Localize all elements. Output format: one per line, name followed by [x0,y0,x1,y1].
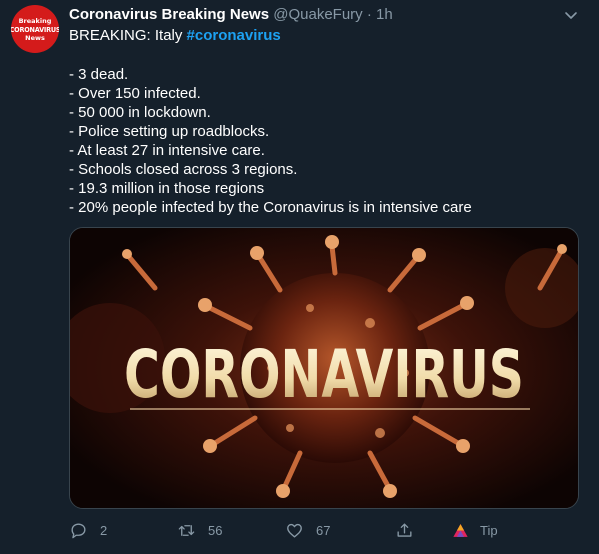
bullet-line: - 19.3 million in those regions [69,180,265,197]
like-count: 67 [316,522,331,538]
bullet-line: - 3 dead. [69,66,129,83]
separator-dot: · [366,6,372,23]
media-title: CORONAVIRUS [124,336,524,413]
like-icon [287,523,302,538]
retweet-button[interactable]: 56 [177,516,222,544]
share-icon [397,522,412,537]
author-handle[interactable]: @QuakeFury [273,6,362,23]
bullet-line: - Schools closed across 3 regions. [69,161,298,178]
bullet-line: - Police setting up roadblocks. [69,123,270,140]
avatar[interactable]: Breaking CORONAVIRUS News [11,5,59,53]
tweet-text: BREAKING: Italy #coronavirus - 3 dead. -… [69,26,579,217]
bullet-line: - 50 000 in lockdown. [69,104,211,121]
avatar-line-1: Breaking [18,16,52,25]
reply-button[interactable]: 2 [69,516,107,544]
avatar-line-3: News [25,33,45,42]
headline: BREAKING: Italy #coronavirus [69,26,579,45]
retweet-icon [178,524,195,536]
bullet-line: - 20% people infected by the Coronavirus… [69,199,472,216]
tip-button[interactable]: Tip [451,516,498,544]
tweet-header: Coronavirus Breaking News @QuakeFury · 1… [69,5,393,25]
chevron-down-icon[interactable] [563,7,579,23]
avatar-line-2: CORONAVIRUS [11,24,59,34]
reply-icon [71,522,86,538]
headline-prefix: BREAKING: Italy [69,27,187,44]
bullet-line: - At least 27 in intensive care. [69,142,265,159]
like-button[interactable]: 67 [285,516,330,544]
share-button[interactable] [395,516,414,544]
tip-label: Tip [480,522,498,538]
tip-icon [453,523,468,537]
tweet-image[interactable]: CORONAVIRUS [69,227,579,509]
retweet-count: 56 [208,522,223,538]
tweet-time[interactable]: 1h [376,6,393,23]
bullet-line: - Over 150 infected. [69,85,201,102]
tweet-actions: 2 56 67 Tip [69,516,589,544]
coronavirus-image: CORONAVIRUS [70,228,578,508]
author-name[interactable]: Coronavirus Breaking News [69,6,269,23]
hashtag-link[interactable]: #coronavirus [187,27,281,44]
reply-count: 2 [100,522,108,538]
